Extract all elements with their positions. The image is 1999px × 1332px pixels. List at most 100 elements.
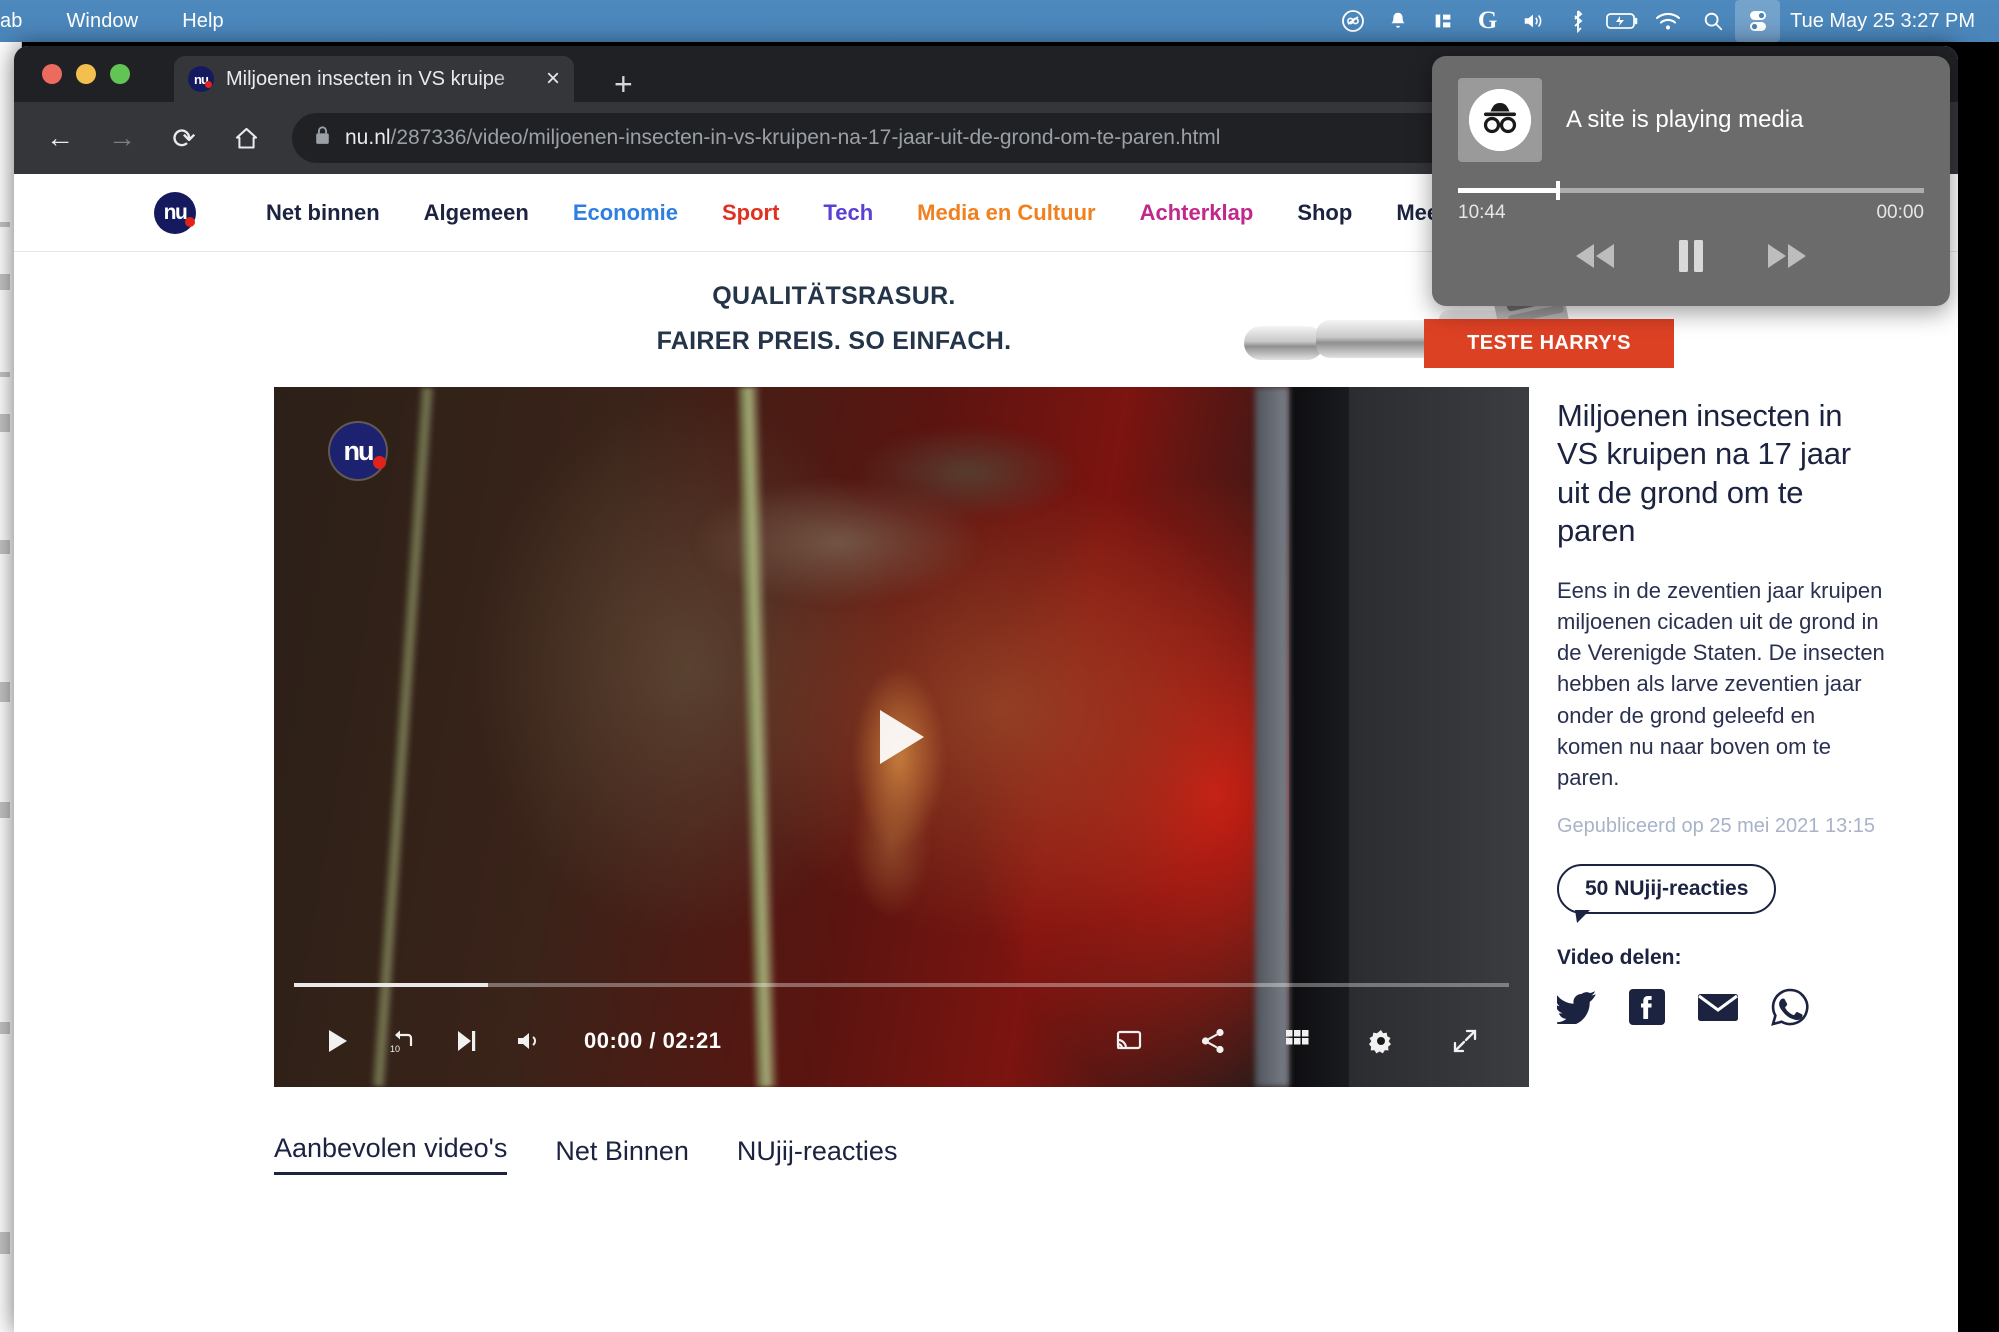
close-window-button[interactable] — [42, 64, 62, 84]
video-controls-right — [1097, 1017, 1497, 1065]
close-tab-icon[interactable]: × — [542, 67, 564, 91]
minimize-window-button[interactable] — [76, 64, 96, 84]
macos-menu-bar: ab Window Help G Tue May 25 3:27 PM — [0, 0, 1999, 42]
url-domain: nu.nl — [345, 126, 391, 149]
pause-icon[interactable] — [1676, 238, 1706, 274]
nu-logo-text: nu — [163, 200, 188, 224]
facebook-icon[interactable] — [1629, 989, 1665, 1030]
bluetooth-icon[interactable] — [1555, 0, 1600, 42]
nu-nl-logo-icon[interactable]: nu — [154, 191, 196, 234]
symbol-icon[interactable] — [1330, 0, 1375, 42]
url-path: /287336/video/miljoenen-insecten-in-vs-k… — [390, 126, 1221, 149]
article-sidebar: Miljoenen insecten in VS kruipen na 17 j… — [1554, 387, 1887, 1087]
tab-favicon-nu-icon: nu — [188, 66, 214, 92]
video-progress-fill — [294, 983, 489, 987]
tab-net-binnen[interactable]: Net Binnen — [555, 1136, 689, 1175]
video-big-play-icon[interactable] — [879, 710, 924, 764]
media-popup-elapsed: 10:44 — [1458, 202, 1506, 223]
forward-icon[interactable] — [1764, 240, 1810, 272]
twitter-icon[interactable] — [1554, 990, 1597, 1029]
nav-link-net-binnen[interactable]: Net binnen — [244, 200, 402, 226]
article-lead: Eens in de zeventien jaar kruipen miljoe… — [1557, 577, 1885, 791]
video-controls: 10 00:00 / 02:21 — [274, 1017, 1529, 1065]
menu-bar-clock[interactable]: Tue May 25 3:27 PM — [1780, 10, 1989, 33]
maximize-window-button[interactable] — [110, 64, 130, 84]
columns-icon[interactable] — [1420, 0, 1465, 42]
media-popup-thumbnail — [1458, 78, 1542, 162]
wifi-icon[interactable] — [1645, 0, 1690, 42]
watermark-text: nu — [343, 435, 375, 466]
media-playing-popup[interactable]: A site is playing media 10:44 00:00 — [1432, 56, 1950, 306]
play-icon[interactable] — [306, 1017, 370, 1065]
menu-item-help[interactable]: Help — [160, 0, 246, 42]
share-icon-row — [1554, 988, 1887, 1031]
ad-headline-line1: QUALITÄTSRASUR. — [712, 282, 956, 310]
playlist-grid-icon[interactable] — [1265, 1017, 1329, 1065]
window-traffic-lights — [42, 64, 130, 84]
home-icon[interactable] — [218, 110, 274, 166]
video-section-tabs: Aanbevolen video's Net Binnen NUjij-reac… — [274, 1133, 1958, 1175]
video-controls-bar: 10 00:00 / 02:21 — [274, 969, 1529, 1087]
lock-icon — [314, 125, 331, 152]
ad-headline: QUALITÄTSRASUR. FAIRER PREIS. SO EINFACH… — [444, 282, 1224, 372]
nav-link-shop[interactable]: Shop — [1275, 200, 1374, 226]
volume-icon[interactable] — [498, 1017, 562, 1065]
bell-icon[interactable] — [1375, 0, 1420, 42]
media-popup-progress-knob[interactable] — [1555, 181, 1560, 200]
ad-cta-button[interactable]: TESTE HARRY'S — [1424, 319, 1674, 368]
cast-icon[interactable] — [1097, 1017, 1161, 1065]
google-icon[interactable]: G — [1465, 0, 1510, 42]
next-icon[interactable] — [434, 1017, 498, 1065]
whatsapp-icon[interactable] — [1771, 988, 1809, 1031]
nav-link-media-en-cultuur[interactable]: Media en Cultuur — [895, 200, 1117, 226]
battery-icon[interactable] — [1600, 0, 1645, 42]
control-center-icon[interactable] — [1735, 0, 1781, 42]
nav-link-achterklap[interactable]: Achterklap — [1118, 200, 1276, 226]
article-published-date: Gepubliceerd op 25 mei 2021 13:15 — [1557, 815, 1876, 838]
video-player[interactable]: nu 10 00:00 / 02:21 — [274, 387, 1529, 1087]
menu-item-window[interactable]: Window — [44, 0, 160, 42]
video-time-display: 00:00 / 02:21 — [584, 1028, 721, 1054]
address-bar-url: nu.nl/287336/video/miljoenen-insecten-in… — [345, 126, 1220, 150]
screen: ab Window Help G Tue May 25 3:27 PM nu M… — [0, 0, 1999, 1332]
forward-arrow-icon[interactable]: → — [94, 110, 150, 166]
ad-headline-line2: FAIRER PREIS. SO EINFACH. — [656, 327, 1012, 355]
search-icon[interactable] — [1690, 0, 1735, 42]
rewind-icon[interactable] — [1572, 240, 1618, 272]
media-popup-remaining: 00:00 — [1876, 202, 1924, 223]
media-popup-progress-track[interactable] — [1458, 181, 1924, 200]
web-page-content: nu Net binnen Algemeen Economie Sport Te… — [14, 174, 1958, 1332]
new-tab-icon[interactable]: + — [614, 68, 633, 100]
rewind-10-icon[interactable]: 10 — [370, 1017, 434, 1065]
video-time-separator: / — [649, 1028, 657, 1053]
menu-item-ab[interactable]: ab — [0, 0, 44, 42]
video-time-current: 00:00 — [584, 1028, 643, 1053]
tab-aanbevolen-videos[interactable]: Aanbevolen video's — [274, 1133, 508, 1175]
email-icon[interactable] — [1697, 991, 1739, 1028]
main-content-row: nu 10 00:00 / 02:21 Miljoenen insecten i… — [14, 387, 1958, 1087]
svg-text:10: 10 — [390, 1044, 400, 1054]
nujij-reactions-button[interactable]: 50 NUjij-reacties — [1557, 864, 1777, 924]
reload-icon[interactable]: ⟳ — [156, 110, 212, 166]
nav-link-sport[interactable]: Sport — [700, 200, 801, 226]
article-title: Miljoenen insecten in VS kruipen na 17 j… — [1557, 398, 1851, 549]
video-progress-track[interactable] — [294, 983, 1509, 987]
media-popup-times: 10:44 00:00 — [1458, 202, 1924, 224]
media-popup-controls — [1458, 238, 1924, 274]
back-arrow-icon[interactable]: ← — [32, 110, 88, 166]
tab-nujij-reacties[interactable]: NUjij-reacties — [737, 1136, 898, 1175]
favicon-text: nu — [194, 71, 209, 87]
tab-title: Miljoenen insecten in VS kruipe — [226, 67, 506, 90]
nav-link-tech[interactable]: Tech — [801, 200, 895, 226]
nav-link-algemeen[interactable]: Algemeen — [402, 200, 551, 226]
settings-gear-icon[interactable] — [1349, 1017, 1413, 1065]
video-nu-watermark-icon: nu — [330, 423, 386, 479]
volume-icon[interactable] — [1510, 0, 1555, 42]
share-icon[interactable] — [1181, 1017, 1245, 1065]
menu-bar-status-items: G Tue May 25 3:27 PM — [1330, 0, 1999, 42]
nav-link-economie[interactable]: Economie — [551, 200, 700, 226]
video-time-total: 02:21 — [662, 1028, 722, 1053]
browser-tab[interactable]: nu Miljoenen insecten in VS kruipe × — [174, 56, 574, 102]
fullscreen-icon[interactable] — [1433, 1017, 1497, 1065]
media-popup-title: A site is playing media — [1566, 106, 1804, 133]
